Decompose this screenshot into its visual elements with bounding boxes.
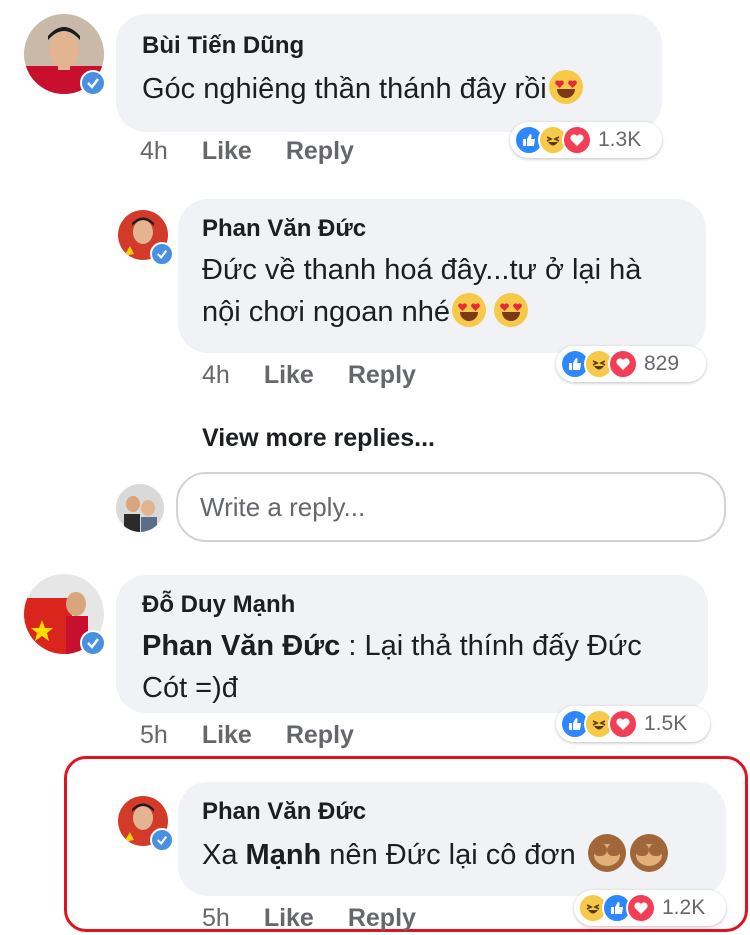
comment-meta: 4h Like Reply [140,137,354,166]
write-reply-input[interactable]: Write a reply... [176,472,726,542]
comment-text: nên Đức lại cô đơn [321,839,576,871]
comment-meta: 4h Like Reply [202,361,416,390]
comment-bubble: Phan Văn Đức Đức về thanh hoá đây...tư ở… [178,199,706,353]
see-no-evil-monkey-emoji-icon [629,834,668,872]
love-reaction-icon [562,125,592,155]
see-no-evil-monkey-emoji-icon [587,834,626,872]
reply-button[interactable]: Reply [286,137,354,166]
reaction-count: 1.5K [644,712,688,735]
like-button[interactable]: Like [264,361,314,390]
reaction-count: 1.2K [662,896,706,919]
love-reaction-icon [608,709,638,739]
current-user-avatar [116,484,164,532]
comment-text: Góc nghiêng thần thánh đây rồi [142,73,547,105]
comment-text-wrap: Xa Mạnh nên Đức lại cô đơn [202,834,702,876]
love-reaction-icon [626,893,656,923]
avatar-phan-van-duc[interactable] [118,210,174,266]
love-reaction-icon [608,349,638,379]
comment-timestamp[interactable]: 5h [202,904,230,933]
comment-author[interactable]: Phan Văn Đức [202,215,682,243]
comment-text: Đức về thanh hoá đây...tư ở lại hà nội c… [202,254,642,328]
comment-timestamp[interactable]: 4h [140,137,168,166]
comment-author[interactable]: Đỗ Duy Mạnh [142,591,682,619]
verified-badge-icon [150,828,174,852]
reply-button[interactable]: Reply [348,361,416,390]
verified-badge-icon [80,630,106,656]
avatar-do-duy-manh[interactable] [24,574,106,656]
reaction-summary[interactable]: 1.2K [574,890,726,926]
heart-eyes-emoji-icon [548,70,583,104]
avatar-image [116,484,164,532]
comment-timestamp[interactable]: 5h [140,721,168,750]
reaction-count: 829 [644,352,680,375]
comment-author[interactable]: Phan Văn Đức [202,798,702,826]
reaction-summary[interactable]: 829 [556,346,706,382]
comment-author[interactable]: Bùi Tiến Dũng [142,32,636,60]
reaction-count: 1.3K [598,128,642,151]
comment-meta: 5h Like Reply [202,904,416,933]
comment-text-bold: Mạnh [245,839,322,871]
like-button[interactable]: Like [202,137,252,166]
comment-text-wrap: Góc nghiêng thần thánh đây rồi [142,68,636,110]
avatar-bui-tien-dung[interactable] [24,14,106,96]
comment-text-wrap: Phan Văn Đức : Lại thả thính đấy Đức Cót… [142,625,682,709]
reply-button[interactable]: Reply [286,721,354,750]
comment-bubble: Đỗ Duy Mạnh Phan Văn Đức : Lại thả thính… [116,575,708,713]
comment-bubble: Phan Văn Đức Xa Mạnh nên Đức lại cô đơn [178,782,726,896]
heart-eyes-emoji-icon [494,293,528,327]
comment-timestamp[interactable]: 4h [202,361,230,390]
view-more-replies-link[interactable]: View more replies... [202,424,435,453]
verified-badge-icon [80,70,106,96]
reply-button[interactable]: Reply [348,904,416,933]
verified-badge-icon [150,242,174,266]
like-button[interactable]: Like [264,904,314,933]
reaction-summary[interactable]: 1.5K [556,706,710,742]
comment-text-wrap: Đức về thanh hoá đây...tư ở lại hà nội c… [202,249,682,333]
heart-eyes-emoji-icon [452,293,486,327]
comment-meta: 5h Like Reply [140,721,354,750]
like-button[interactable]: Like [202,721,252,750]
reply-input-placeholder: Write a reply... [200,491,366,522]
mention-link[interactable]: Phan Văn Đức [142,630,340,662]
comment-bubble: Bùi Tiến Dũng Góc nghiêng thần thánh đây… [116,14,662,132]
avatar-phan-van-duc[interactable] [118,796,174,852]
comment-text: Xa [202,839,246,871]
reaction-summary[interactable]: 1.3K [510,122,662,158]
